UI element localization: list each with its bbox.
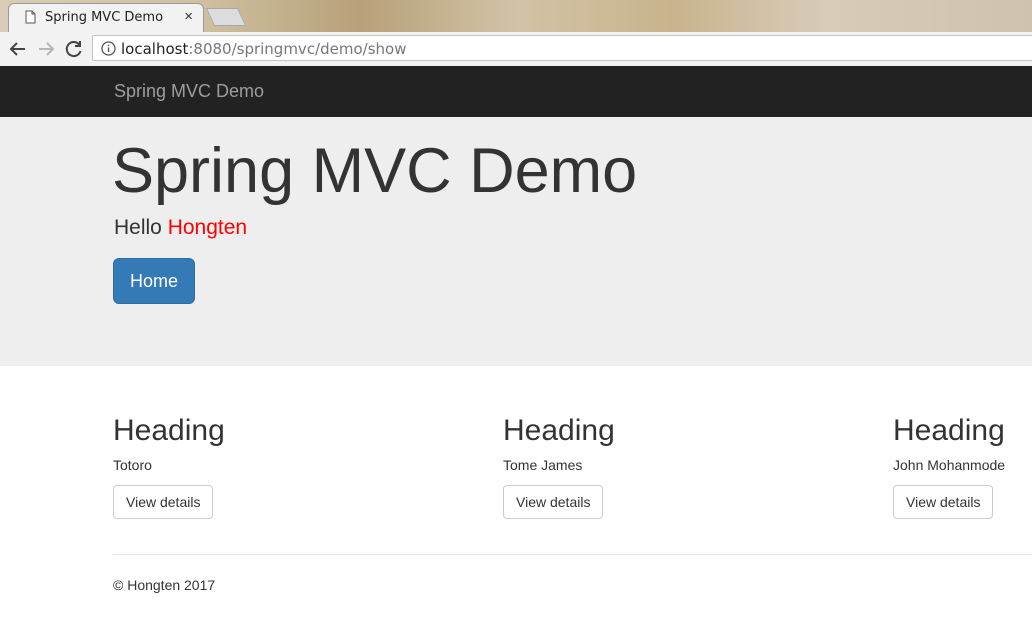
column-heading: Heading	[113, 414, 225, 447]
view-details-button[interactable]: View details	[503, 485, 604, 519]
column-text: Tome James	[503, 457, 583, 473]
content-column-3: Heading John Mohanmode View details	[893, 414, 1032, 519]
browser-tabstrip: Spring MVC Demo ×	[0, 0, 1032, 32]
reload-icon[interactable]	[62, 37, 86, 61]
greeting-text: Hello	[114, 216, 162, 239]
jumbotron: Spring MVC Demo Hello Hongten Home	[0, 117, 1032, 366]
page-title: Spring MVC Demo	[112, 136, 638, 206]
url-host: localhost	[121, 40, 189, 58]
url-path: :8080/springmvc/demo/show	[188, 40, 407, 58]
view-details-button[interactable]: View details	[113, 485, 214, 519]
view-details-button[interactable]: View details	[893, 485, 994, 519]
browser-tab[interactable]: Spring MVC Demo ×	[8, 3, 204, 32]
forward-arrow-icon[interactable]	[34, 37, 58, 61]
tab-title: Spring MVC Demo	[45, 10, 164, 25]
home-button[interactable]: Home	[113, 258, 195, 304]
column-heading: Heading	[503, 414, 615, 447]
footer-divider	[113, 554, 1032, 555]
url-text: localhost:8080/springmvc/demo/show	[121, 40, 406, 58]
address-bar[interactable]: localhost:8080/springmvc/demo/show	[92, 35, 1032, 61]
browser-toolbar: localhost:8080/springmvc/demo/show	[0, 32, 1032, 67]
footer-text: © Hongten 2017	[113, 577, 216, 593]
user-name: Hongten	[167, 216, 248, 239]
info-icon[interactable]	[101, 41, 116, 61]
content-column-2: Heading Tome James View details	[503, 414, 803, 519]
content-column-1: Heading Totoro View details	[113, 414, 413, 519]
column-text: Totoro	[113, 457, 152, 473]
new-tab-button[interactable]	[205, 8, 247, 26]
document-icon	[25, 10, 36, 29]
back-arrow-icon[interactable]	[6, 37, 30, 61]
column-text: John Mohanmode	[893, 457, 1006, 473]
navbar: Spring MVC Demo	[0, 66, 1032, 117]
navbar-brand[interactable]: Spring MVC Demo	[114, 81, 264, 102]
column-heading: Heading	[893, 414, 1005, 447]
close-tab-icon[interactable]: ×	[184, 8, 193, 25]
greeting: Hello Hongten	[114, 216, 247, 240]
